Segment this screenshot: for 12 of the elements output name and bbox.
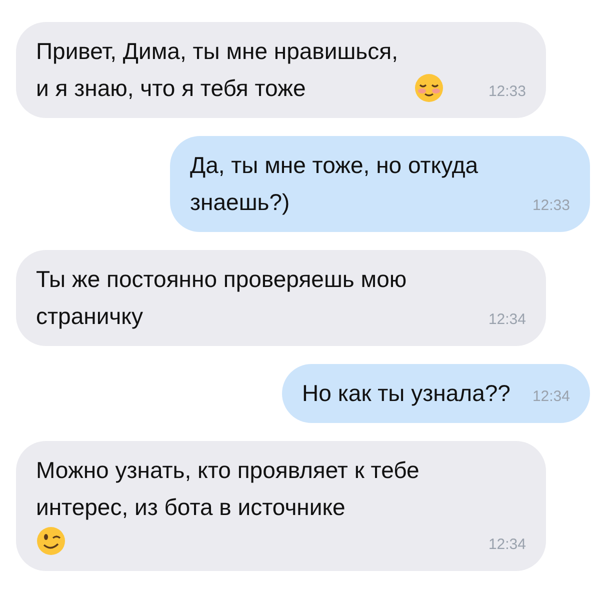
message-time: 12:34 bbox=[488, 535, 526, 555]
message-text: Можно узнать, кто проявляет к тебе интерес, из бота в источнике bbox=[36, 456, 420, 522]
message-text: Привет, Дима, ты мне нравишься, и я знаю, что я тебя тоже bbox=[36, 37, 400, 103]
smiling-face-icon bbox=[414, 73, 444, 103]
message-time: 12:34 bbox=[488, 310, 526, 330]
winking-face-icon bbox=[36, 526, 66, 556]
message-text: Да, ты мне тоже, но откуда знаешь?) bbox=[190, 151, 480, 217]
message-text: Но как ты узнала?? bbox=[302, 379, 510, 408]
message-text: Ты же постоянно проверяешь мою страничку bbox=[36, 265, 408, 331]
message-time: 12:33 bbox=[488, 82, 526, 102]
message-time: 12:33 bbox=[532, 196, 570, 216]
message-time: 12:34 bbox=[532, 387, 570, 407]
